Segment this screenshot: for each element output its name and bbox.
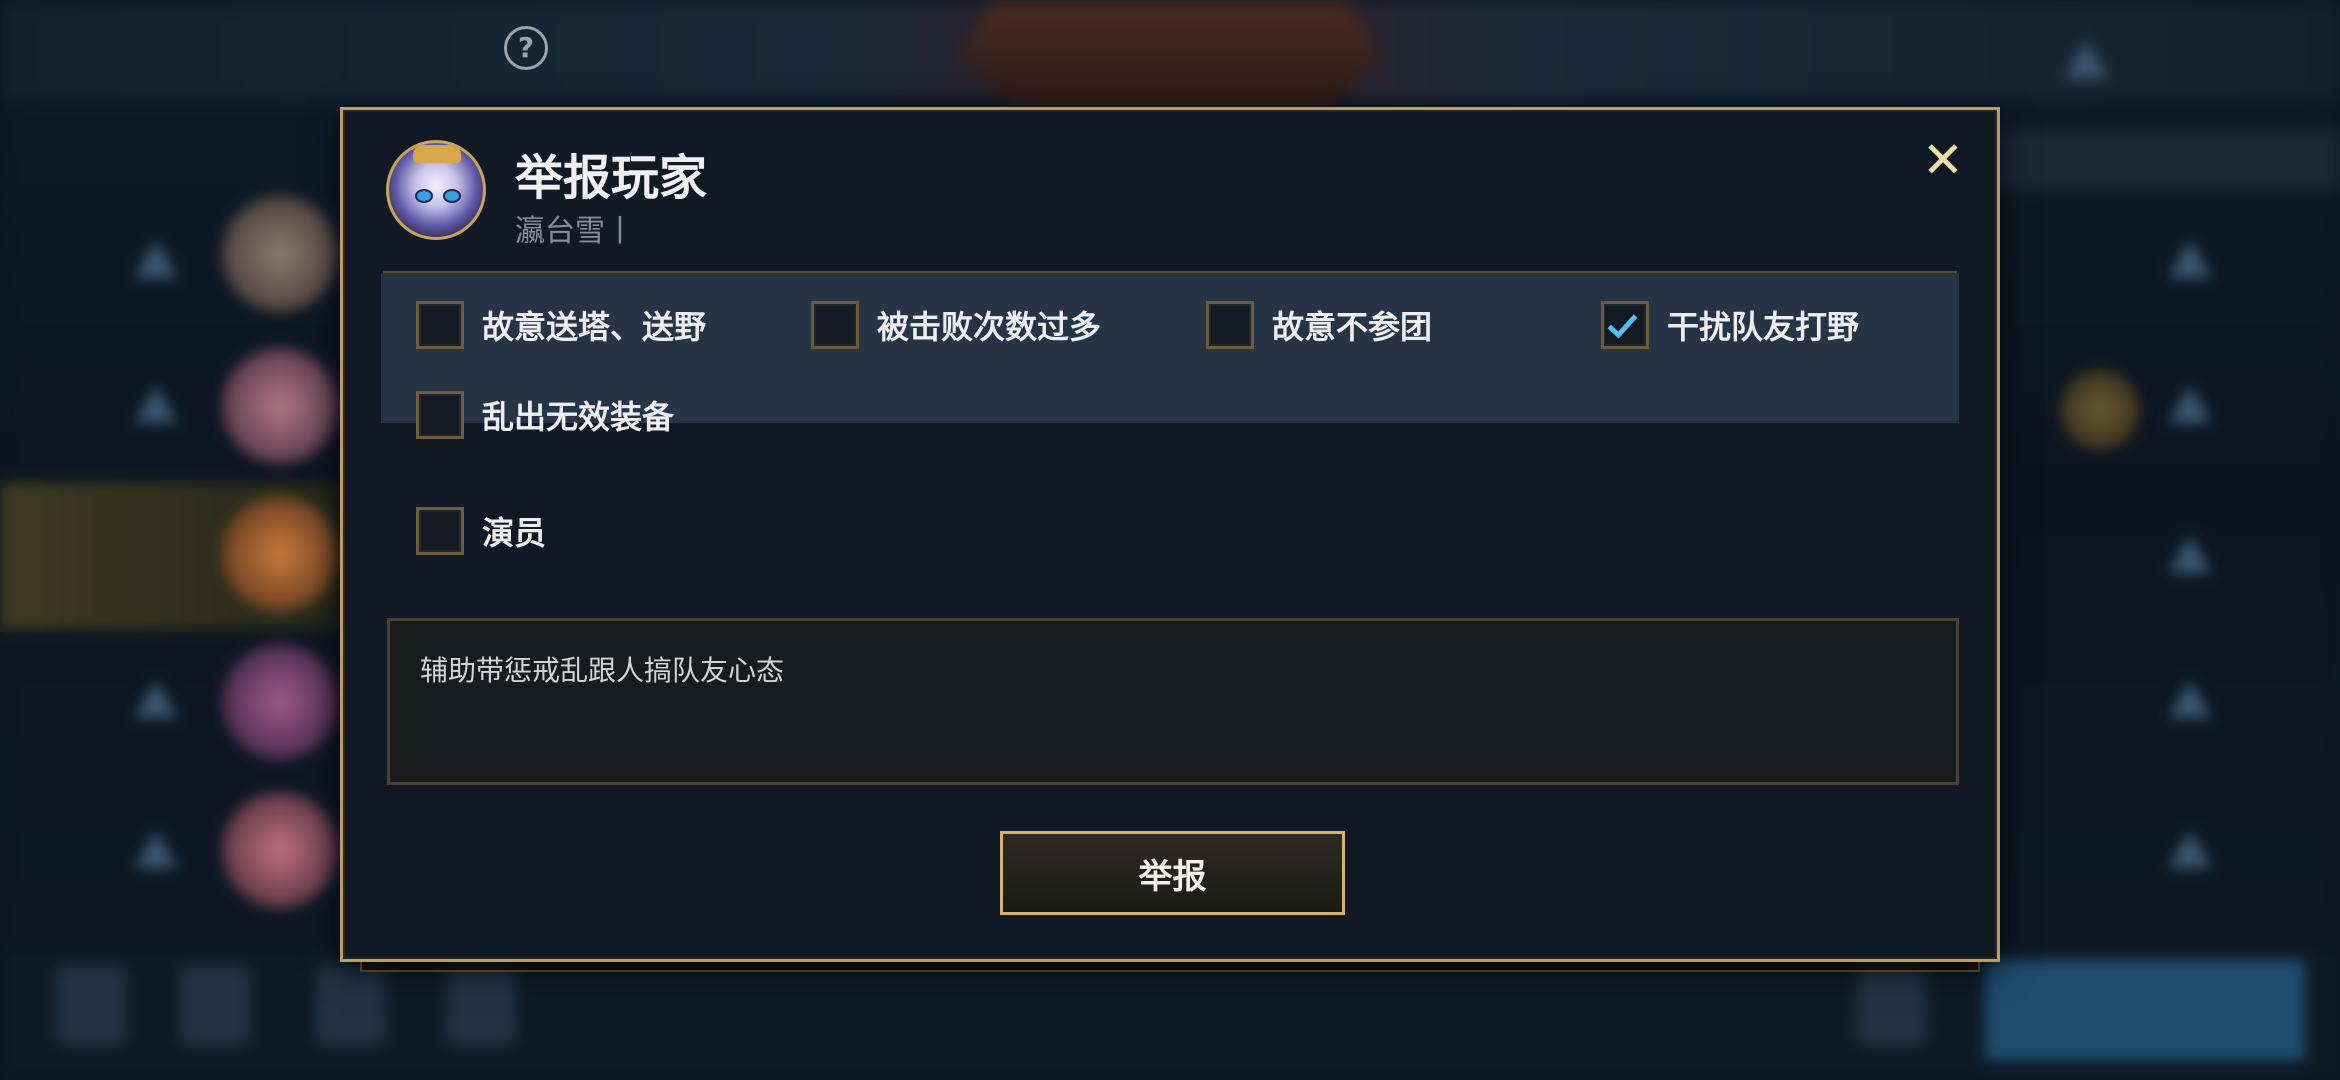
- bg-avatar: [222, 644, 338, 760]
- bg-rank-icon: [2168, 385, 2212, 423]
- bg-rank-icon: [134, 385, 178, 423]
- reason-option[interactable]: 干扰队友打野: [1601, 300, 1859, 350]
- bg-rank-icon: [2168, 535, 2212, 573]
- bg-avatar: [222, 348, 338, 464]
- reason-option[interactable]: 被击败次数过多: [811, 300, 1101, 350]
- bg-next-button: [1985, 960, 2305, 1060]
- bg-avatar: [222, 196, 338, 312]
- bg-rank-icon: [2168, 240, 2212, 278]
- bg-avatar: [2060, 370, 2140, 450]
- reason-label: 演员: [482, 514, 547, 552]
- reason-label: 干扰队友打野: [1667, 308, 1860, 346]
- bg-rank-icon: [134, 830, 178, 868]
- bg-avatar: [222, 496, 338, 612]
- checkbox[interactable]: [416, 507, 464, 555]
- checkbox[interactable]: [811, 301, 859, 349]
- bg-tab: [446, 965, 516, 1045]
- bg-avatar: [222, 792, 338, 908]
- reason-option[interactable]: 故意不参团: [1206, 300, 1432, 350]
- bg-tab: [56, 965, 126, 1045]
- bg-tab: [1856, 965, 1926, 1045]
- checkmark-icon: [1607, 307, 1638, 339]
- checkbox[interactable]: [416, 391, 464, 439]
- help-icon[interactable]: ?: [504, 26, 548, 70]
- reason-label: 故意送塔、送野: [482, 308, 707, 346]
- bg-result-banner: [960, 0, 1380, 110]
- close-icon[interactable]: ✕: [1921, 135, 1965, 185]
- avatar-eye: [415, 189, 433, 203]
- avatar-crown: [413, 145, 461, 163]
- reason-option[interactable]: 乱出无效装备: [416, 390, 674, 440]
- submit-report-button[interactable]: 举报: [1000, 831, 1345, 915]
- bg-rank-icon: [134, 680, 178, 718]
- bg-tab: [180, 965, 250, 1045]
- reason-option[interactable]: 演员: [416, 506, 546, 556]
- report-player-dialog: 举报玩家 瀛台雪丨 ✕ 故意送塔、送野 被击败次数过多 故意不参团 干扰队友打野…: [340, 107, 2000, 962]
- bg-rank-icon: [2064, 40, 2108, 78]
- reason-option[interactable]: 故意送塔、送野: [416, 300, 706, 350]
- bg-team-bar: [1996, 130, 2340, 190]
- checkbox[interactable]: [416, 301, 464, 349]
- bg-tab: [316, 965, 386, 1045]
- bg-rank-icon: [2168, 830, 2212, 868]
- reason-label: 乱出无效装备: [482, 398, 675, 436]
- checkbox[interactable]: [1206, 301, 1254, 349]
- bg-rank-icon: [2168, 680, 2212, 718]
- player-avatar: [386, 140, 486, 240]
- reason-label: 被击败次数过多: [877, 308, 1102, 346]
- dialog-title: 举报玩家: [515, 150, 708, 206]
- report-comment-input[interactable]: 辅助带惩戒乱跟人搞队友心态: [387, 618, 1959, 785]
- checkbox[interactable]: [1601, 301, 1649, 349]
- avatar-eye: [443, 189, 461, 203]
- reported-player-name: 瀛台雪丨: [515, 214, 635, 249]
- reason-label: 故意不参团: [1272, 308, 1433, 346]
- bg-rank-icon: [134, 240, 178, 278]
